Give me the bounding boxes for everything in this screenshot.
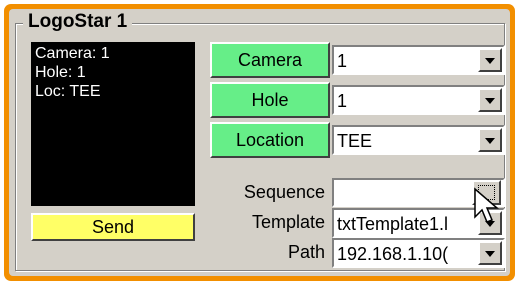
dropdown-arrow-icon[interactable] xyxy=(478,48,502,72)
location-select-value: TEE xyxy=(337,131,373,151)
camera-select[interactable]: 1 xyxy=(332,45,505,75)
display-line-camera: Camera: 1 xyxy=(35,45,110,62)
status-display: Camera: 1 Hole: 1 Loc: TEE xyxy=(31,42,195,206)
mouse-cursor-icon xyxy=(474,187,500,223)
hole-select-value: 1 xyxy=(337,91,348,111)
hole-select[interactable]: 1 xyxy=(332,85,505,115)
display-line-location: Loc: TEE xyxy=(35,83,101,100)
logostar-panel: LogoStar 1 Camera: 1 Hole: 1 Loc: TEE Se… xyxy=(4,4,515,281)
panel-inner: LogoStar 1 Camera: 1 Hole: 1 Loc: TEE Se… xyxy=(9,9,510,276)
sequence-label: Sequence xyxy=(243,182,325,202)
path-select-value: 192.168.1.10( xyxy=(337,244,449,264)
display-line-hole: Hole: 1 xyxy=(35,64,86,81)
dropdown-arrow-icon[interactable] xyxy=(478,88,502,112)
location-button[interactable]: Location xyxy=(210,122,330,158)
dropdown-arrow-icon[interactable] xyxy=(478,241,502,265)
path-select[interactable]: 192.168.1.10( xyxy=(332,238,505,268)
send-button[interactable]: Send xyxy=(31,213,195,241)
camera-button[interactable]: Camera xyxy=(210,42,330,78)
hole-button[interactable]: Hole xyxy=(210,82,330,118)
camera-select-value: 1 xyxy=(337,51,348,71)
dropdown-arrow-icon[interactable] xyxy=(478,128,502,152)
path-label: Path xyxy=(287,242,325,262)
template-label: Template xyxy=(251,212,325,232)
location-select[interactable]: TEE xyxy=(332,125,505,155)
template-select-value: txtTemplate1.l xyxy=(337,214,449,234)
group-title: LogoStar 1 xyxy=(23,10,133,34)
